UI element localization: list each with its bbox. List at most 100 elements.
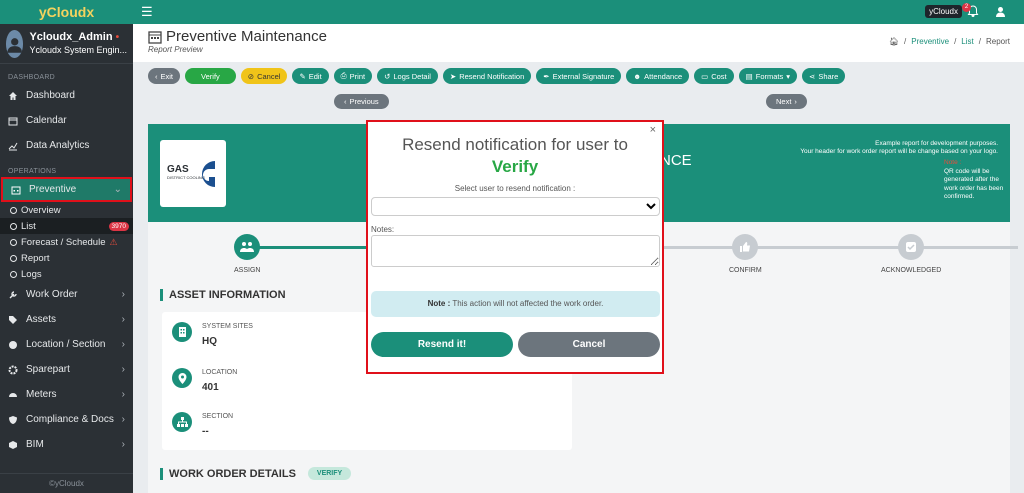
sidebar-item-label: Assets	[26, 314, 57, 325]
next-button[interactable]: Next ›	[766, 94, 807, 109]
formats-button[interactable]: ▤ Formats ▾	[738, 68, 798, 84]
wrench-icon	[8, 290, 18, 300]
previous-button[interactable]: ‹ Previous	[334, 94, 389, 109]
select-user-label: Select user to resend notification :	[454, 184, 576, 193]
button-label: Edit	[308, 71, 322, 81]
asset-label: SECTION	[202, 413, 234, 420]
share-icon: ⋖	[809, 71, 816, 81]
home-icon	[8, 91, 18, 101]
button-label: Print	[349, 71, 366, 81]
chevron-right-icon: ›	[121, 389, 125, 400]
breadcrumb-list[interactable]: List	[961, 37, 973, 46]
print-button[interactable]: ⎙ Print	[333, 68, 373, 84]
circle-icon	[10, 254, 17, 262]
section-label-operations: OPERATIONS	[8, 168, 57, 175]
sidebar-item-meters[interactable]: Meters ›	[0, 382, 133, 407]
sidebar-item-work-order[interactable]: Work Order ›	[0, 282, 133, 307]
calendar-grid-icon	[11, 185, 21, 195]
edit-icon: ✎	[299, 71, 306, 81]
calendar-grid-icon	[148, 30, 162, 44]
hamburger-menu-icon[interactable]: ☰	[141, 5, 153, 18]
chevron-left-icon: ‹	[344, 97, 347, 106]
notes-textarea[interactable]	[371, 235, 660, 267]
company-logo: GAS DISTRICT COOLING	[160, 140, 226, 207]
circle-icon	[10, 270, 17, 278]
chevron-left-icon: ‹	[155, 71, 158, 81]
report-title: NCE	[660, 152, 692, 169]
assign-step-icon	[234, 234, 260, 260]
external-signature-button[interactable]: ✒ External Signature	[536, 68, 622, 84]
sidebar-subitem-list[interactable]: List 3970	[0, 218, 133, 234]
sub-item-label: Forecast / Schedule	[21, 236, 106, 248]
sidebar-item-dashboard[interactable]: Dashboard	[0, 83, 133, 108]
sidebar-item-label: Sparepart	[26, 364, 70, 375]
tenant-chip[interactable]: yCloudx	[925, 5, 962, 18]
sidebar-subitem-logs[interactable]: Logs	[0, 266, 133, 282]
breadcrumb: 🏠︎ / Preventive / List / Report	[889, 37, 1010, 46]
file-icon: ▤	[745, 71, 753, 81]
sub-item-label: Report	[21, 252, 50, 264]
asset-value: --	[202, 426, 209, 437]
button-label: Attendance	[644, 71, 683, 81]
cost-button[interactable]: ▭ Cost	[694, 68, 734, 84]
sidebar-item-preventive[interactable]: Preventive ⌄	[1, 177, 132, 202]
sub-item-label: Overview	[21, 204, 61, 216]
heading-bar	[160, 289, 163, 301]
acknowledged-step-icon	[898, 234, 924, 260]
logs-detail-button[interactable]: ↺ Logs Detail	[377, 68, 438, 84]
paper-plane-icon: ➤	[449, 71, 457, 81]
bell-icon[interactable]: 2	[962, 3, 979, 20]
note-line: Example report for development purposes.	[875, 140, 998, 147]
verify-button[interactable]: Verify	[185, 68, 236, 84]
asset-value: 401	[202, 382, 219, 393]
resend-notification-button[interactable]: ➤ Resend Notification	[442, 68, 532, 84]
sidebar-item-compliance[interactable]: Compliance & Docs ›	[0, 407, 133, 432]
circle-icon	[10, 206, 17, 214]
attendance-button[interactable]: ☻ Attendance	[626, 68, 690, 84]
cancel-wo-button[interactable]: ⊘ Cancel	[240, 68, 288, 84]
cancel-button[interactable]: Cancel	[518, 332, 660, 357]
home-icon[interactable]: 🏠︎	[889, 37, 899, 46]
report-toolbar: ‹ Exit Verify ⊘ Cancel ✎ Edit ⎙ Print ↺ Logs …	[148, 68, 846, 84]
resend-confirm-button[interactable]: Resend it!	[371, 332, 513, 357]
user-select[interactable]	[371, 197, 660, 216]
alert-bold: Note :	[427, 299, 451, 308]
step-connector	[658, 246, 1018, 249]
heading-bar	[160, 467, 163, 480]
share-button[interactable]: ⋖ Share	[802, 68, 846, 84]
breadcrumb-preventive[interactable]: Preventive	[911, 37, 949, 46]
breadcrumb-report: Report	[985, 37, 1010, 46]
button-label: External Signature	[552, 71, 615, 81]
asset-row-location: LOCATION 401	[172, 368, 237, 393]
topbar: ☰ yCloudx 2	[133, 0, 1024, 24]
sidebar-subitem-forecast[interactable]: Forecast / Schedule ⚠	[0, 234, 133, 250]
asset-value: HQ	[202, 336, 217, 347]
tag-icon	[8, 315, 18, 325]
sidebar-subitem-overview[interactable]: Overview	[0, 202, 133, 218]
sidebar-footer: ©yCloudx	[0, 473, 133, 493]
sidebar-item-location[interactable]: Location / Section ›	[0, 332, 133, 357]
sidebar-item-assets[interactable]: Assets ›	[0, 307, 133, 332]
user-panel[interactable]: Ycloudx_Admin • Ycloudx System Engin...	[0, 24, 133, 64]
asset-row-system-sites: SYSTEM SITES HQ	[172, 322, 253, 347]
sitemap-icon	[172, 412, 192, 432]
sidebar: yCloudx Ycloudx_Admin • Ycloudx System E…	[0, 0, 133, 493]
edit-button[interactable]: ✎ Edit	[292, 68, 329, 84]
sidebar-item-bim[interactable]: BIM ›	[0, 432, 133, 457]
cube-icon	[8, 440, 18, 450]
exit-button[interactable]: ‹ Exit	[148, 68, 181, 84]
sidebar-item-label: Location / Section	[26, 339, 106, 350]
work-order-details-heading: WORK ORDER DETAILS VERIFY	[160, 467, 352, 480]
sidebar-subitem-report[interactable]: Report	[0, 250, 133, 266]
page-subtitle: Report Preview	[148, 45, 203, 54]
sidebar-item-label: Data Analytics	[26, 140, 90, 151]
sidebar-item-calendar[interactable]: Calendar	[0, 108, 133, 133]
calendar-icon	[8, 116, 18, 126]
modal-title-action: Verify	[491, 157, 539, 176]
user-icon[interactable]	[995, 6, 1006, 20]
button-label: Previous	[349, 97, 379, 106]
brand-logo[interactable]: yCloudx	[0, 0, 133, 24]
sidebar-item-sparepart[interactable]: Sparepart ›	[0, 357, 133, 382]
chevron-right-icon: ›	[121, 339, 125, 350]
sidebar-item-data-analytics[interactable]: Data Analytics	[0, 133, 133, 158]
